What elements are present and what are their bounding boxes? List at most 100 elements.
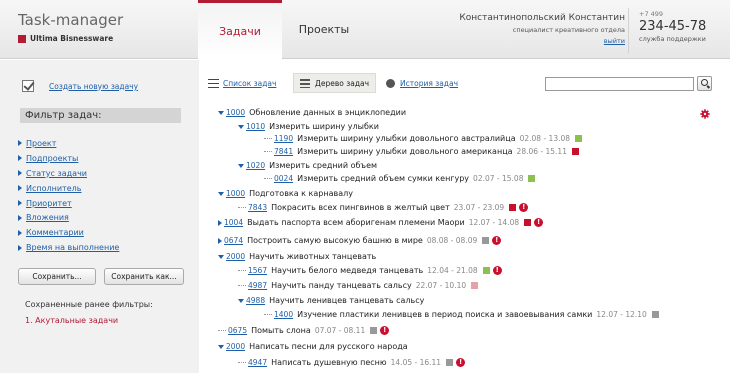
task-id-link[interactable]: 1010	[246, 122, 265, 131]
filter-link[interactable]: Вложения	[26, 213, 69, 222]
collapse-icon[interactable]	[218, 344, 224, 349]
warning-icon: !	[492, 266, 502, 275]
task-row[interactable]: 0674 Построить самую высокую башню в мире…	[218, 233, 502, 248]
filter-item-comments[interactable]: Комментарии	[18, 225, 119, 240]
task-row[interactable]: 4988 Научить ленивцев танцевать сальсу	[238, 293, 424, 308]
app-title: Task-manager	[18, 11, 124, 29]
task-id-link[interactable]: 1000	[226, 108, 245, 117]
view-tree[interactable]: Дерево задач	[293, 73, 377, 93]
task-id-link[interactable]: 1190	[274, 134, 293, 143]
task-id-link[interactable]: 0024	[274, 174, 293, 183]
view-list-link[interactable]: Список задач	[223, 79, 276, 88]
task-title: Научить панду танцевать сальсу	[271, 281, 412, 290]
task-id-link[interactable]: 1004	[224, 218, 243, 227]
collapse-icon[interactable]	[218, 254, 224, 259]
task-row[interactable]: 1000 Подготовка к карнавалу	[218, 186, 353, 201]
view-history-link[interactable]: История задач	[400, 79, 458, 88]
user-info: Константинопольский Константин специалис…	[459, 13, 625, 45]
task-id-link[interactable]: 1400	[274, 310, 293, 319]
task-title: Научить белого медведя танцевать	[271, 266, 424, 275]
task-title: Написать песни для русского народа	[249, 342, 408, 351]
task-id-link[interactable]: 1000	[226, 189, 245, 198]
task-title: Покрасить всех пингвинов в желтый цвет	[271, 203, 450, 212]
task-id-link[interactable]: 1567	[248, 266, 267, 275]
tab-tasks[interactable]: Задачи	[198, 0, 282, 59]
collapse-icon[interactable]	[218, 191, 224, 196]
task-row[interactable]: 1400 Изучение пластики ленивцев в период …	[264, 307, 659, 322]
collapse-icon[interactable]	[238, 124, 244, 129]
task-row[interactable]: 0024 Измерить средний объем сумки кенгуру…	[264, 171, 536, 186]
filter-item-attachments[interactable]: Вложения	[18, 210, 119, 225]
save-filter-button[interactable]: Сохранить...	[18, 268, 96, 285]
task-row[interactable]: 2000 Написать песни для русского народа	[218, 339, 408, 354]
tree-connector	[264, 138, 272, 139]
gear-icon[interactable]	[700, 109, 710, 119]
filter-item-assignee[interactable]: Исполнитель	[18, 181, 119, 196]
search-input[interactable]	[545, 77, 694, 91]
tab-projects[interactable]: Проекты	[282, 0, 366, 59]
task-row[interactable]: 1567 Научить белого медведя танцевать 12.0…	[238, 263, 502, 278]
task-title: Обновление данных в энциклопедии	[249, 108, 407, 117]
task-row[interactable]: 2000 Научить животных танцевать	[218, 249, 376, 264]
task-row[interactable]: 4987 Научить панду танцевать сальсу 22.07 …	[238, 278, 479, 293]
collapse-icon[interactable]	[218, 110, 224, 115]
task-title: Помыть слона	[251, 326, 311, 335]
save-as-filter-button[interactable]: Сохранить как...	[104, 268, 184, 285]
task-title: Измерить ширину улыбки довольного америк…	[297, 147, 513, 156]
status-square-icon	[482, 267, 490, 274]
filter-link[interactable]: Проект	[26, 139, 56, 148]
task-id-link[interactable]: 2000	[226, 342, 245, 351]
task-id-link[interactable]: 4988	[246, 296, 265, 305]
task-id-link[interactable]: 0674	[224, 236, 243, 245]
task-dates: 12.07 - 12.10	[596, 310, 647, 319]
task-title: Выдать паспорта всем аборигенам племени …	[247, 218, 465, 227]
collapse-icon[interactable]	[238, 163, 244, 168]
filter-link[interactable]: Статус задачи	[26, 169, 87, 178]
filter-link[interactable]: Приоритет	[26, 199, 72, 208]
filter-item-project[interactable]: Проект	[18, 136, 119, 151]
task-row[interactable]: 1004 Выдать паспорта всем аборигенам плем…	[218, 215, 544, 230]
filter-link[interactable]: Исполнитель	[26, 184, 81, 193]
logout-link[interactable]: выйти	[459, 37, 625, 45]
task-id-link[interactable]: 1020	[246, 161, 265, 170]
arrow-right-icon	[18, 214, 22, 221]
warning-icon: !	[380, 326, 390, 335]
task-id-link[interactable]: 7843	[248, 203, 267, 212]
expand-icon[interactable]	[218, 237, 222, 244]
company-logo-icon	[18, 34, 26, 43]
support-label: служба поддержки	[639, 35, 706, 43]
status-square-icon	[471, 282, 479, 289]
filter-item-time[interactable]: Время на выполнение	[18, 240, 119, 255]
task-row[interactable]: 7843 Покрасить всех пингвинов в желтый цв…	[238, 200, 529, 215]
task-id-link[interactable]: 7841	[274, 147, 293, 156]
filter-link[interactable]: Подпроекты	[26, 154, 78, 163]
task-row[interactable]: 0675 Помыть слона 07.07 - 08.11!	[218, 323, 390, 338]
task-id-link[interactable]: 0675	[228, 326, 247, 335]
filter-link[interactable]: Время на выполнение	[26, 243, 119, 252]
expand-icon[interactable]	[218, 219, 222, 226]
view-history[interactable]: История задач	[386, 73, 458, 93]
task-title: Написать душевную песню	[271, 358, 387, 367]
filter-list: Проект Подпроекты Статус задачи Исполнит…	[18, 136, 119, 255]
task-id-link[interactable]: 4987	[248, 281, 267, 290]
filter-link[interactable]: Комментарии	[26, 228, 84, 237]
status-square-icon	[446, 359, 454, 366]
task-row[interactable]: 7841 Измерить ширину улыбки довольного ам…	[264, 144, 579, 159]
task-row[interactable]: 1000 Обновление данных в энциклопедии	[218, 105, 406, 120]
filter-item-status[interactable]: Статус задачи	[18, 166, 119, 181]
collapse-icon[interactable]	[238, 298, 244, 303]
task-id-link[interactable]: 4947	[248, 358, 267, 367]
task-row[interactable]: 4947 Написать душевную песню 14.05 - 16.11…	[238, 355, 466, 370]
search-button[interactable]	[697, 76, 712, 91]
user-name: Константинопольский Константин	[459, 13, 625, 23]
tree-connector	[264, 151, 272, 152]
filter-item-subprojects[interactable]: Подпроекты	[18, 151, 119, 166]
create-task-link[interactable]: Создать новую задачу	[49, 82, 138, 91]
filter-item-priority[interactable]: Приоритет	[18, 196, 119, 211]
task-dates: 07.07 - 08.11	[314, 326, 366, 335]
saved-filter-item[interactable]: 1. Акутальные задачи	[25, 316, 118, 325]
saved-filters-title: Сохраненные ранее фильтры:	[25, 300, 153, 309]
task-id-link[interactable]: 2000	[226, 252, 245, 261]
view-list[interactable]: Список задач	[208, 73, 276, 93]
task-title: Научить ленивцев танцевать сальсу	[269, 296, 425, 305]
